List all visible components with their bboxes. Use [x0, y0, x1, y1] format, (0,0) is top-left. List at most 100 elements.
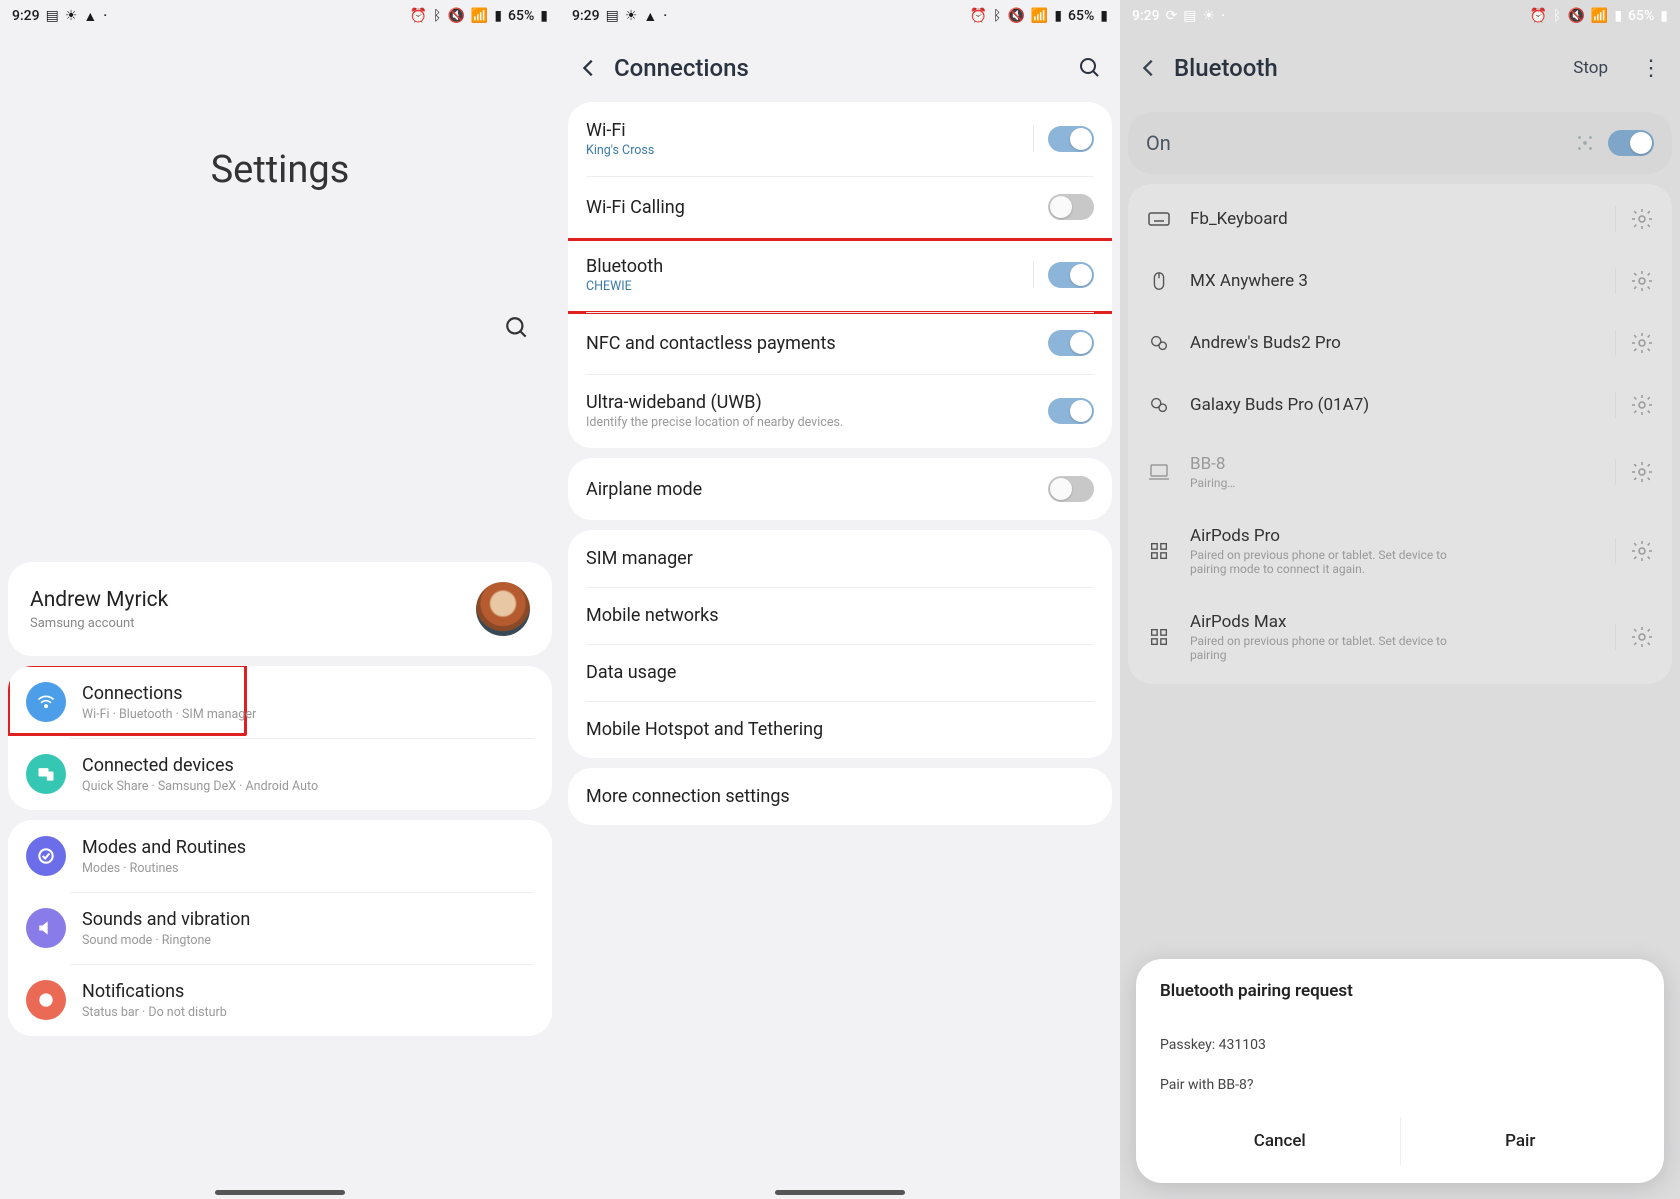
gear-icon[interactable] [1630, 460, 1654, 484]
send-icon: ▲ [643, 8, 657, 25]
conn-row-nfc[interactable]: NFC and contactless payments [568, 312, 1112, 374]
row-title: Wi-Fi Calling [586, 197, 1048, 218]
conn-row-bluetooth[interactable]: Bluetooth CHEWIE [568, 238, 1112, 312]
conn-row-sim[interactable]: SIM manager [568, 530, 1112, 587]
bluetooth-master-toggle[interactable] [1608, 130, 1654, 156]
conn-row-uwb[interactable]: Ultra-wideband (UWB) Identify the precis… [568, 374, 1112, 448]
conn-row-wifi[interactable]: Wi-Fi King's Cross [568, 102, 1112, 176]
status-time: 9:29 [12, 8, 40, 24]
device-name: MX Anywhere 3 [1190, 271, 1601, 291]
row-title: Wi-Fi [586, 120, 1025, 141]
wifi-calling-toggle[interactable] [1048, 194, 1094, 220]
account-card[interactable]: Andrew Myrick Samsung account [8, 562, 552, 656]
settings-row-modes[interactable]: Modes and Routines Modes · Routines [8, 820, 552, 892]
row-title: Modes and Routines [82, 837, 534, 858]
device-name: Galaxy Buds Pro (01A7) [1190, 395, 1601, 415]
brightness-icon: ☀ [65, 8, 78, 24]
gear-icon[interactable] [1630, 393, 1654, 417]
bluetooth-toggle[interactable] [1048, 262, 1094, 288]
airplane-toggle[interactable] [1048, 476, 1094, 502]
gear-icon[interactable] [1630, 331, 1654, 355]
device-sub: Paired on previous phone or tablet. Set … [1190, 548, 1450, 576]
account-name: Andrew Myrick [30, 588, 168, 612]
settings-row-notifications[interactable]: Notifications Status bar · Do not distur… [8, 964, 552, 1036]
settings-row-connections[interactable]: Connections Wi-Fi · Bluetooth · SIM mana… [8, 666, 552, 738]
header: Bluetooth Stop ⋮ [1120, 28, 1680, 102]
bt-device-row[interactable]: Fb_Keyboard [1128, 188, 1672, 250]
signal-icon: ▮ [1614, 8, 1622, 24]
back-button[interactable] [578, 57, 600, 79]
wifi-icon: 📶 [1031, 8, 1048, 24]
row-sub: CHEWIE [586, 279, 1025, 294]
bluetooth-devices-list: Fb_Keyboard MX Anywhere 3 Andrew's Buds2… [1128, 184, 1672, 684]
stop-button[interactable]: Stop [1573, 58, 1608, 78]
gear-icon[interactable] [1630, 539, 1654, 563]
earbuds-icon [1146, 330, 1172, 356]
row-title: Sounds and vibration [82, 909, 534, 930]
mute-icon: 🔇 [1007, 8, 1024, 24]
avatar[interactable] [476, 582, 530, 636]
wifi-icon [26, 682, 66, 722]
row-title: SIM manager [586, 548, 693, 569]
settings-row-sounds[interactable]: Sounds and vibration Sound mode · Ringto… [8, 892, 552, 964]
row-sub: Status bar · Do not disturb [82, 1005, 534, 1020]
page-title: Connections [614, 54, 1064, 82]
alarm-icon: ⏰ [970, 8, 987, 24]
gesture-bar [215, 1190, 345, 1195]
search-button[interactable] [1078, 56, 1102, 80]
cancel-button[interactable]: Cancel [1160, 1117, 1400, 1165]
row-title: Airplane mode [586, 479, 1048, 500]
alarm-icon: ⏰ [1530, 8, 1547, 24]
nfc-toggle[interactable] [1048, 330, 1094, 356]
row-title: Connections [82, 683, 534, 704]
bt-device-row[interactable]: AirPods Max Paired on previous phone or … [1128, 594, 1672, 680]
connections-group-3: SIM manager Mobile networks Data usage M… [568, 530, 1112, 758]
gear-icon[interactable] [1630, 625, 1654, 649]
conn-row-hotspot[interactable]: Mobile Hotspot and Tethering [568, 701, 1112, 758]
conn-row-wifi-calling[interactable]: Wi-Fi Calling [568, 176, 1112, 238]
page-title: Settings [0, 148, 560, 192]
row-sub: Wi-Fi · Bluetooth · SIM manager [82, 707, 534, 722]
row-title: More connection settings [586, 786, 790, 807]
more-menu-button[interactable]: ⋮ [1640, 56, 1662, 81]
bt-device-row[interactable]: Andrew's Buds2 Pro [1128, 312, 1672, 374]
gear-icon[interactable] [1630, 207, 1654, 231]
grid-icon [1146, 624, 1172, 650]
status-bar: 9:29 ⟳ ▤ ☀ · ⏰ ᛒ 🔇 📶 ▮ 65% ▮ [1120, 0, 1680, 28]
search-button[interactable] [504, 315, 530, 341]
bt-device-row[interactable]: AirPods Pro Paired on previous phone or … [1128, 508, 1672, 594]
pairing-dialog: Bluetooth pairing request Passkey: 43110… [1136, 959, 1664, 1183]
conn-row-airplane[interactable]: Airplane mode [568, 458, 1112, 520]
conn-row-more[interactable]: More connection settings [568, 768, 1112, 825]
dot-icon: · [103, 8, 107, 24]
wifi-icon: 📶 [1591, 8, 1608, 24]
alarm-icon: ⏰ [410, 8, 427, 24]
row-title: Notifications [82, 981, 534, 1002]
bt-device-row[interactable]: MX Anywhere 3 [1128, 250, 1672, 312]
battery-icon: ▮ [1100, 8, 1108, 24]
row-title: NFC and contactless payments [586, 333, 1048, 354]
wifi-icon: 📶 [471, 8, 488, 24]
conn-row-mobile-networks[interactable]: Mobile networks [568, 587, 1112, 644]
bt-device-row[interactable]: BB-8 Pairing… [1128, 436, 1672, 508]
pair-button[interactable]: Pair [1400, 1117, 1641, 1165]
wifi-toggle[interactable] [1048, 126, 1094, 152]
conn-row-data-usage[interactable]: Data usage [568, 644, 1112, 701]
gear-icon[interactable] [1630, 269, 1654, 293]
bluetooth-on-card[interactable]: On [1128, 112, 1672, 174]
settings-group-2: Modes and Routines Modes · Routines Soun… [8, 820, 552, 1036]
back-button[interactable] [1138, 57, 1160, 79]
sync-icon: ⟳ [1166, 8, 1178, 24]
settings-row-connected-devices[interactable]: Connected devices Quick Share · Samsung … [8, 738, 552, 810]
earbuds-icon [1146, 392, 1172, 418]
row-sub: Identify the precise location of nearby … [586, 415, 1048, 430]
page-title: Bluetooth [1174, 54, 1559, 82]
send-icon: ▲ [83, 8, 97, 25]
bt-device-row[interactable]: Galaxy Buds Pro (01A7) [1128, 374, 1672, 436]
uwb-toggle[interactable] [1048, 398, 1094, 424]
row-sub: King's Cross [586, 143, 1025, 158]
bluetooth-icon: ᛒ [1553, 8, 1561, 24]
dialog-question: Pair with BB-8? [1160, 1077, 1640, 1093]
device-name: Andrew's Buds2 Pro [1190, 333, 1601, 353]
connections-group-2: Airplane mode [568, 458, 1112, 520]
